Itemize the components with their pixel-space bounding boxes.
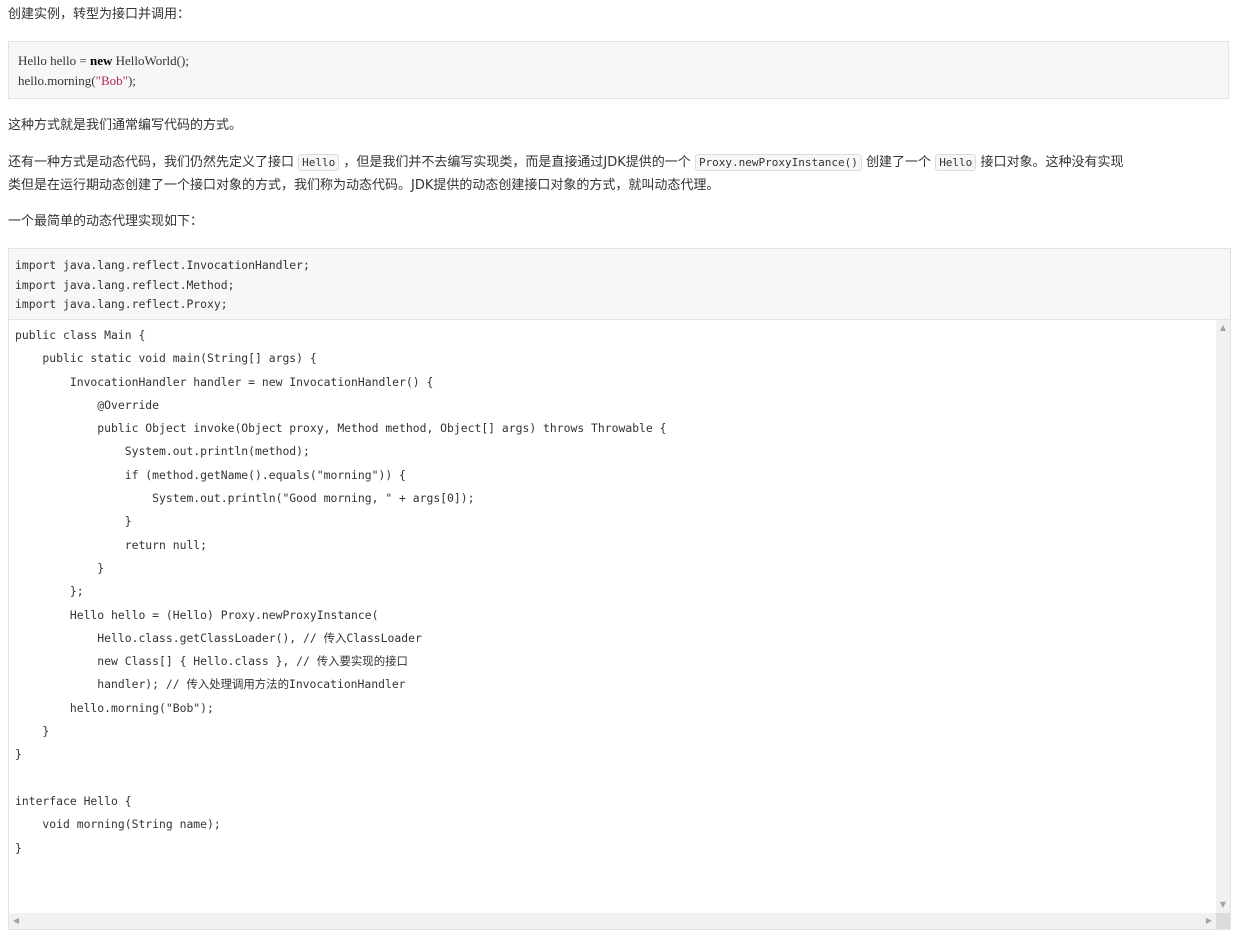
scrollbar-corner bbox=[1216, 913, 1230, 929]
import-line: import java.lang.reflect.Method; bbox=[15, 277, 235, 292]
code-line: @Override bbox=[15, 397, 160, 412]
code-line: public Object invoke(Object proxy, Metho… bbox=[15, 421, 667, 436]
horizontal-scrollbar[interactable]: ◀ ▶ bbox=[9, 913, 1216, 929]
code-text: hello.morning( bbox=[18, 73, 96, 88]
code-line: return null; bbox=[15, 537, 208, 552]
code-line: }; bbox=[15, 584, 84, 599]
code-text: ); bbox=[127, 73, 136, 88]
code-line: Hello hello = new HelloWorld(); bbox=[18, 51, 1228, 71]
code-line: System.out.println(method); bbox=[15, 444, 310, 459]
intro-text: 创建实例，转型为接口并调用： bbox=[8, 7, 191, 22]
code-block-proxy-example: import java.lang.reflect.InvocationHandl… bbox=[8, 248, 1231, 930]
code-line: hello.morning("Bob"); bbox=[15, 700, 214, 715]
example-intro-text: 一个最简单的动态代理实现如下： bbox=[8, 214, 204, 229]
inline-code: Hello bbox=[298, 154, 340, 171]
import-line: import java.lang.reflect.Proxy; bbox=[15, 297, 228, 311]
code-line: void morning(String name); bbox=[15, 817, 221, 832]
code-line: } bbox=[15, 724, 50, 739]
normal-way-text: 这种方式就是我们通常编写代码的方式。 bbox=[8, 118, 243, 133]
dynamic-code-paragraph: 还有一种方式是动态代码，我们仍然先定义了接口 Hello ，但是我们并不去编写实… bbox=[8, 151, 1233, 197]
inline-code: Hello bbox=[935, 154, 977, 171]
code-scroll-area[interactable]: public class Main { public static void m… bbox=[9, 320, 1216, 913]
string-literal: "Bob" bbox=[95, 73, 128, 88]
code-lines: public class Main { public static void m… bbox=[9, 320, 1216, 860]
code-line: } bbox=[15, 747, 22, 762]
keyword: new bbox=[89, 53, 113, 68]
code-line: System.out.println("Good morning, " + ar… bbox=[15, 491, 475, 506]
import-line: import java.lang.reflect.InvocationHandl… bbox=[15, 258, 310, 272]
code-line: Hello hello = (Hello) Proxy.newProxyInst… bbox=[15, 607, 379, 622]
code-line: new Class[] { Hello.class }, // 传入要实现的接口 bbox=[15, 654, 408, 669]
code-text: Hello hello = bbox=[18, 53, 90, 68]
scroll-down-icon[interactable]: ▼ bbox=[1216, 901, 1230, 909]
code-text: HelloWorld(); bbox=[112, 53, 189, 68]
paragraph-text: 创建了一个 bbox=[866, 155, 932, 170]
code-line: if (method.getName().equals("morning")) … bbox=[15, 467, 406, 482]
paragraph-text: ，但是我们并不去编写实现类，而是直接通过JDK提供的一个 bbox=[343, 155, 691, 170]
code-line: } bbox=[15, 840, 22, 855]
code-line: Hello.class.getClassLoader(), // 传入Class… bbox=[15, 630, 422, 645]
scroll-right-icon[interactable]: ▶ bbox=[1204, 917, 1214, 925]
paragraph-text: 类但是在运行期动态创建了一个接口对象的方式，我们称为动态代码。JDK提供的动态创… bbox=[8, 178, 720, 193]
code-line: handler); // 传入处理调用方法的InvocationHandler bbox=[15, 677, 406, 692]
code-line: public class Main { bbox=[15, 328, 146, 342]
code-line: interface Hello { bbox=[15, 793, 132, 808]
code-line: InvocationHandler handler = new Invocati… bbox=[15, 374, 434, 389]
code-line: } bbox=[15, 514, 132, 529]
paragraph-text: 还有一种方式是动态代码，我们仍然先定义了接口 bbox=[8, 155, 295, 170]
code-line: hello.morning("Bob"); bbox=[18, 71, 1228, 91]
imports-section: import java.lang.reflect.InvocationHandl… bbox=[9, 249, 1230, 320]
code-block-usage: Hello hello = new HelloWorld(); hello.mo… bbox=[8, 41, 1229, 99]
code-line: } bbox=[15, 560, 105, 575]
vertical-scrollbar[interactable]: ▲ ▼ bbox=[1216, 320, 1230, 913]
inline-code: Proxy.newProxyInstance() bbox=[694, 154, 862, 171]
scroll-left-icon[interactable]: ◀ bbox=[11, 917, 21, 925]
scroll-up-icon[interactable]: ▲ bbox=[1216, 324, 1230, 332]
paragraph-text: 接口对象。这种没有实现 bbox=[980, 155, 1124, 170]
code-line: public static void main(String[] args) { bbox=[15, 351, 317, 366]
